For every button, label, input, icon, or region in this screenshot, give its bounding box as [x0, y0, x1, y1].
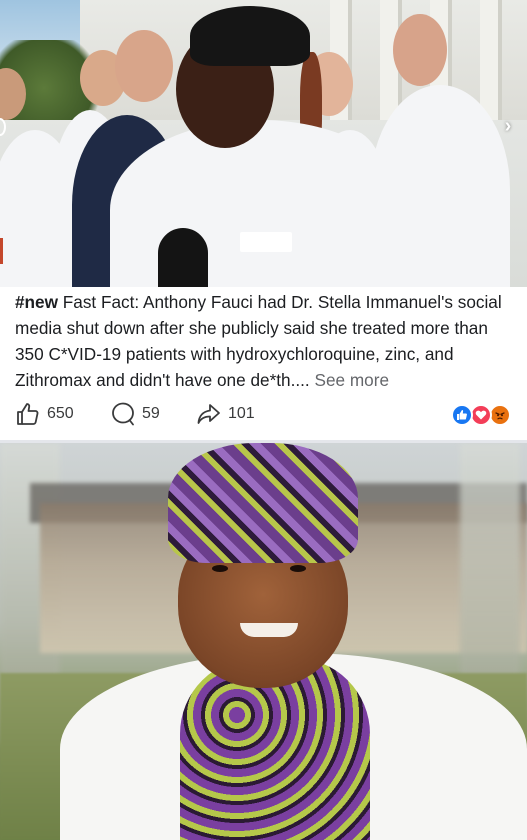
eye — [290, 565, 306, 572]
comment-button[interactable]: 59 — [110, 398, 160, 430]
smile — [240, 623, 298, 637]
top-photo[interactable]: › — [0, 0, 527, 287]
thumbs-up-icon — [15, 401, 41, 427]
microphone — [158, 228, 208, 287]
comment-icon — [110, 401, 136, 427]
post-caption: #new Fast Fact: Anthony Fauci had Dr. St… — [15, 289, 515, 393]
angry-icon — [489, 404, 511, 426]
eye — [212, 565, 228, 572]
caption-text: Fast Fact: Anthony Fauci had Dr. Stella … — [15, 292, 502, 390]
like-icon — [451, 404, 473, 426]
head — [393, 14, 447, 86]
like-button[interactable]: 650 — [15, 398, 74, 430]
head — [115, 30, 173, 102]
share-button[interactable]: 101 — [196, 398, 255, 430]
like-count: 650 — [47, 405, 74, 422]
hashtag[interactable]: #new — [15, 292, 58, 312]
edge-badge — [0, 238, 3, 264]
column — [480, 0, 502, 120]
share-arrow-icon — [196, 401, 222, 427]
speaker-coat — [110, 120, 410, 287]
edge-ring — [0, 118, 6, 136]
headband — [190, 6, 310, 66]
see-more-link[interactable]: See more — [314, 370, 389, 390]
action-bar: 650 59 101 — [0, 398, 527, 430]
reactions-summary[interactable] — [451, 404, 513, 426]
chevron-right-icon[interactable]: › — [499, 114, 517, 138]
love-icon — [470, 404, 492, 426]
frontline-doctors-patch — [240, 232, 292, 252]
share-count: 101 — [228, 405, 255, 422]
comment-count: 59 — [142, 405, 160, 422]
patterned-headwrap — [168, 443, 358, 563]
bottom-photo[interactable] — [0, 443, 527, 840]
